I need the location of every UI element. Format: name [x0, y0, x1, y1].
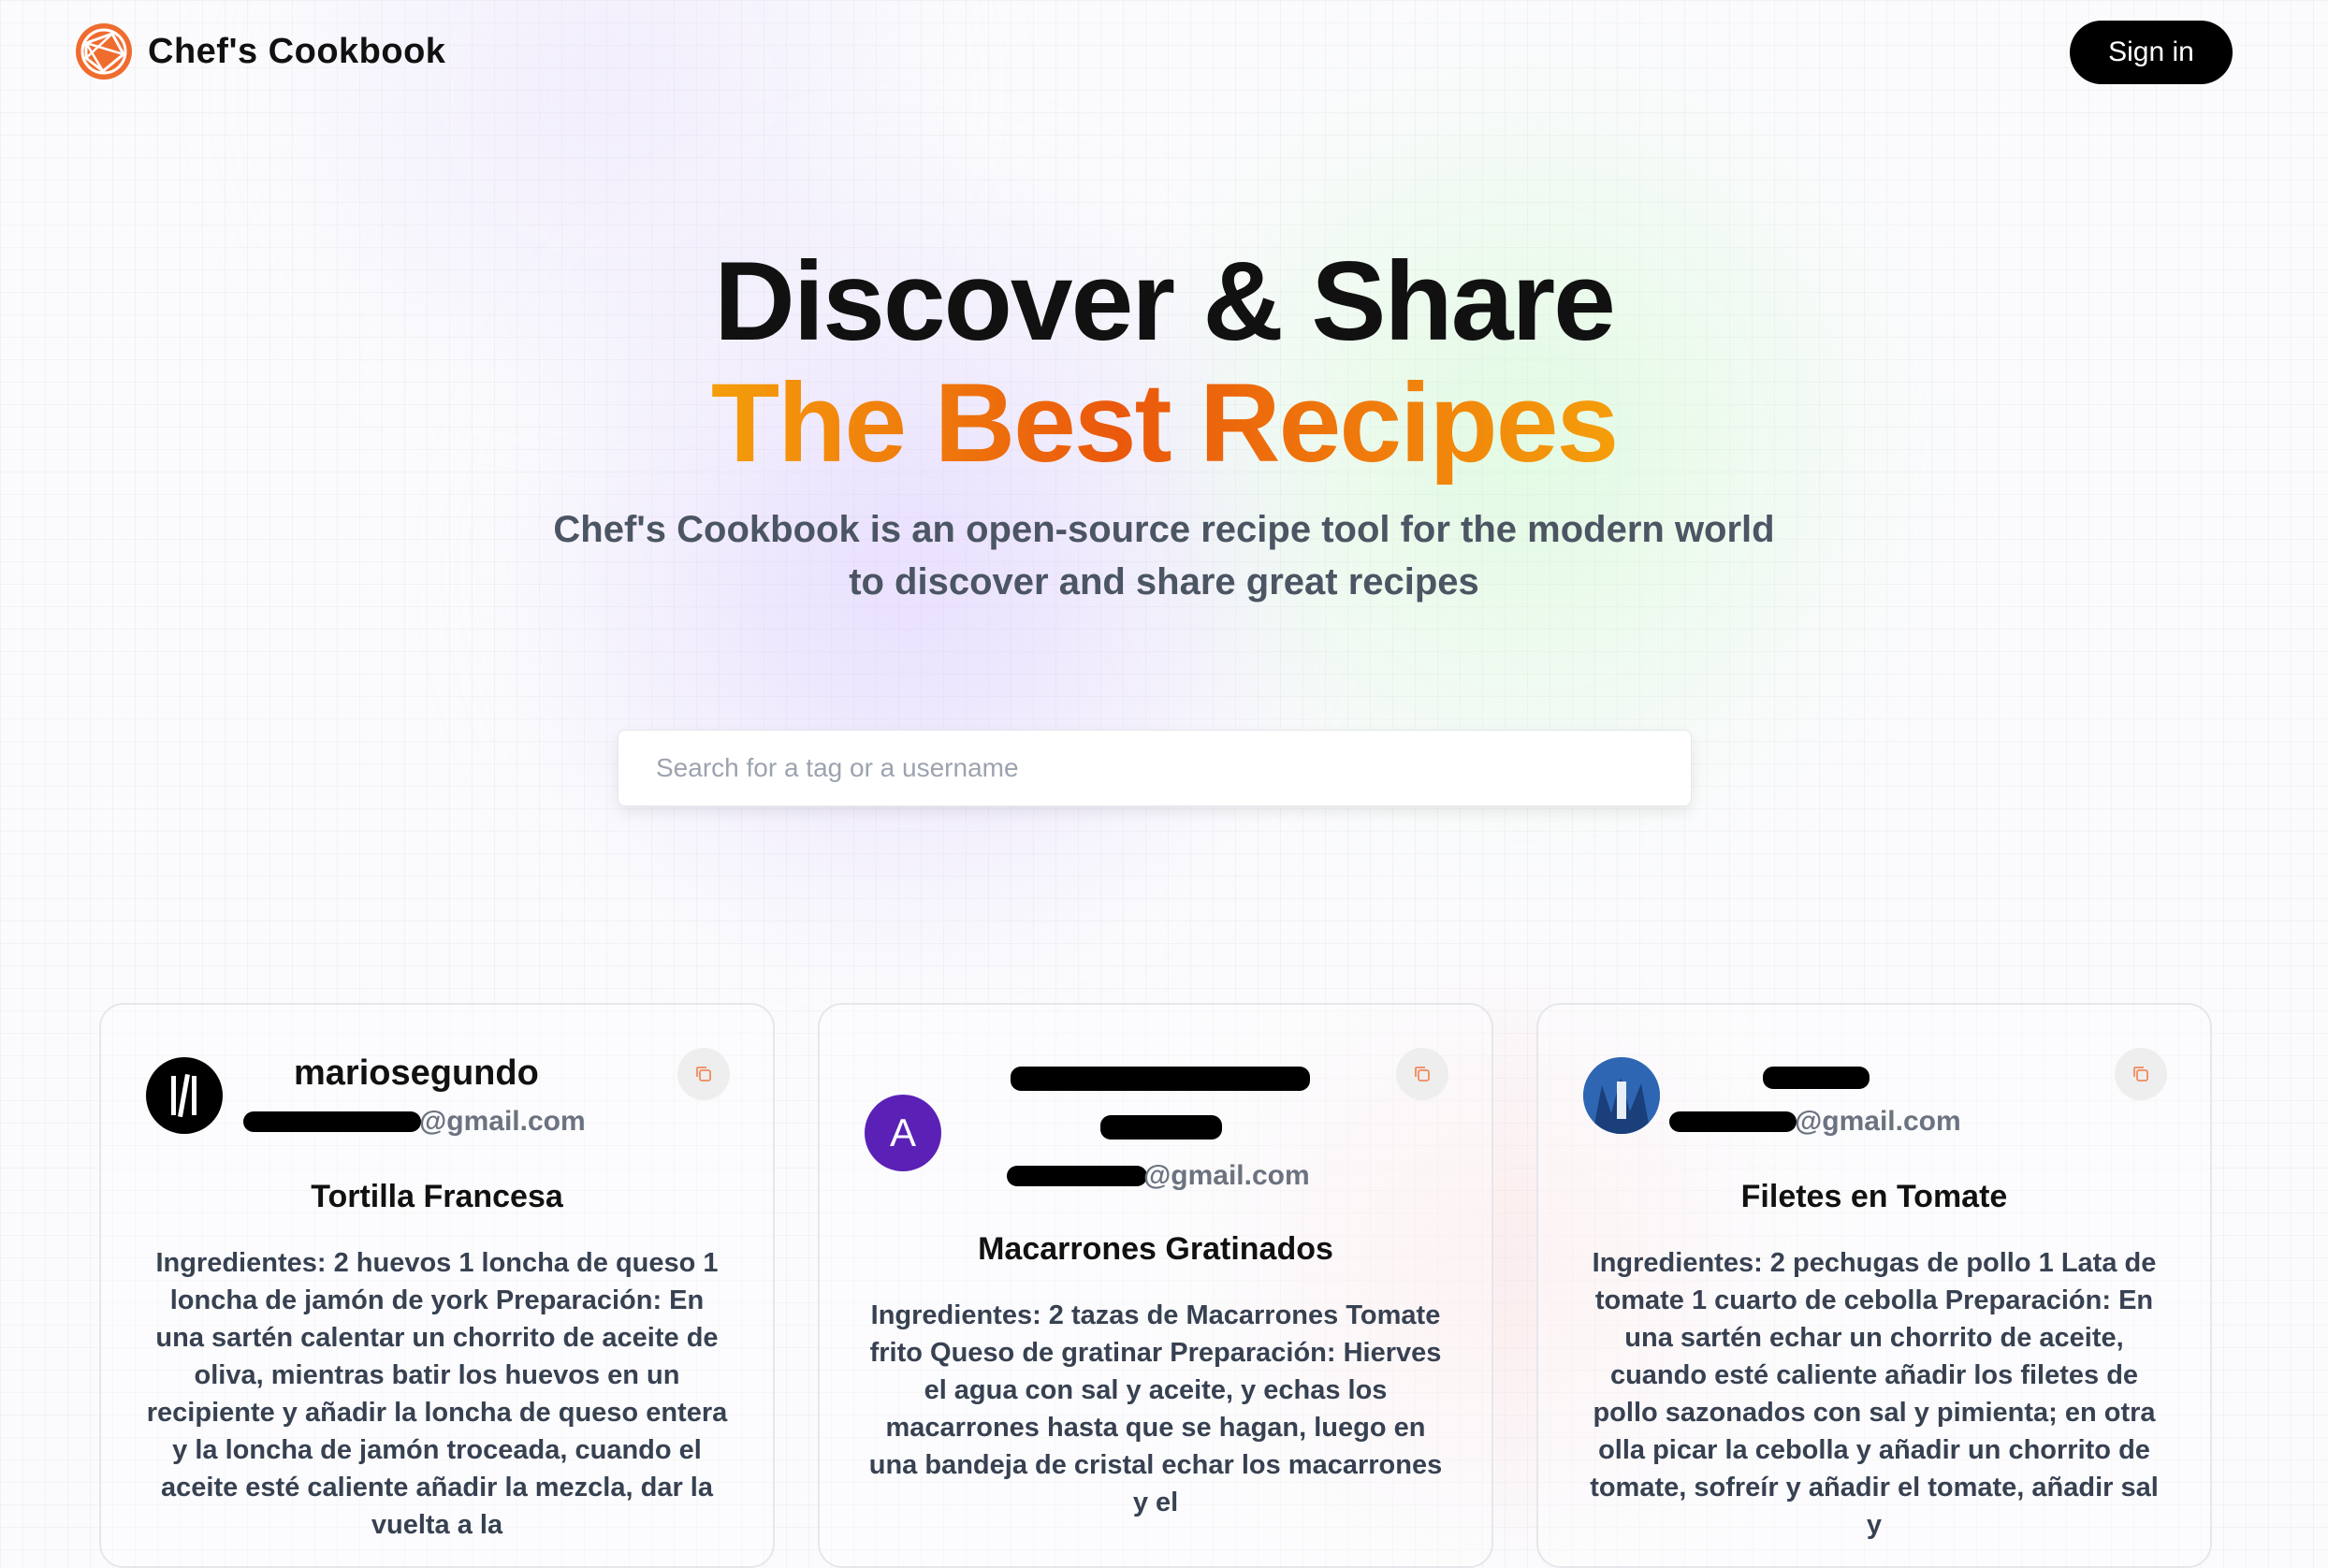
recipe-title: Tortilla Francesa [311, 1179, 563, 1214]
sign-in-button[interactable]: Sign in [2070, 21, 2233, 84]
avatar[interactable]: A [865, 1095, 941, 1171]
redaction-mark [1100, 1115, 1222, 1140]
recipe-card: mariosegundo @gmail.com Tortilla Frances… [99, 1003, 775, 1568]
copy-button[interactable] [677, 1048, 730, 1100]
avatar[interactable] [146, 1057, 223, 1134]
copy-icon [2133, 1067, 2148, 1082]
email-domain: @gmail.com [1143, 1160, 1310, 1191]
recipe-card: @gmail.com Filetes en Tomate Ingrediente… [1536, 1003, 2212, 1568]
hero-subtitle: Chef's Cookbook is an open-source recipe… [0, 503, 2328, 608]
email-domain: @gmail.com [1795, 1106, 1961, 1137]
recipe-title: Macarrones Gratinados [978, 1231, 1333, 1267]
username: mariosegundo [294, 1053, 539, 1093]
avatar[interactable] [1583, 1057, 1660, 1134]
search-input[interactable] [618, 730, 1692, 806]
redaction-mark [1763, 1067, 1870, 1089]
brand-link[interactable]: Chef's Cookbook [75, 22, 445, 80]
hero-subtitle-line2: to discover and share great recipes [849, 561, 1479, 603]
hero-title-line2: The Best Recipes [0, 360, 2328, 486]
hero-title-line1: Discover & Share [714, 239, 1616, 364]
redaction-mark [1007, 1166, 1147, 1186]
hero-subtitle-line1: Chef's Cookbook is an open-source recipe… [553, 509, 1775, 550]
brand-name: Chef's Cookbook [148, 31, 446, 71]
top-navbar: Chef's Cookbook Sign in [0, 0, 2328, 103]
copy-icon [696, 1067, 711, 1082]
avatar-letter: A [889, 1111, 916, 1154]
redaction-mark [243, 1111, 421, 1132]
recipe-body: Ingredientes: 2 pechugas de pollo 1 Lata… [1590, 1248, 2159, 1540]
redaction-mark [1011, 1067, 1310, 1091]
photo-avatar-icon [1583, 1057, 1660, 1134]
recipe-title: Filetes en Tomate [1740, 1179, 2008, 1214]
recipe-card: A @gmail.com Macarrones Gratinados Ingre… [818, 1003, 1493, 1568]
recipe-body: Ingredientes: 2 tazas de Macarrones Toma… [868, 1300, 1443, 1517]
cookbook-logo-icon [76, 23, 132, 80]
email-domain: @gmail.com [419, 1106, 586, 1137]
recipe-body: Ingredientes: 2 huevos 1 loncha de queso… [146, 1248, 728, 1540]
bars-logo-icon [171, 1074, 196, 1118]
copy-icon [1415, 1067, 1430, 1082]
redaction-mark [1669, 1111, 1797, 1132]
copy-button[interactable] [2115, 1048, 2167, 1100]
copy-button[interactable] [1396, 1048, 1448, 1100]
hero-title-gradient-text: The Best Recipes [710, 360, 1619, 486]
